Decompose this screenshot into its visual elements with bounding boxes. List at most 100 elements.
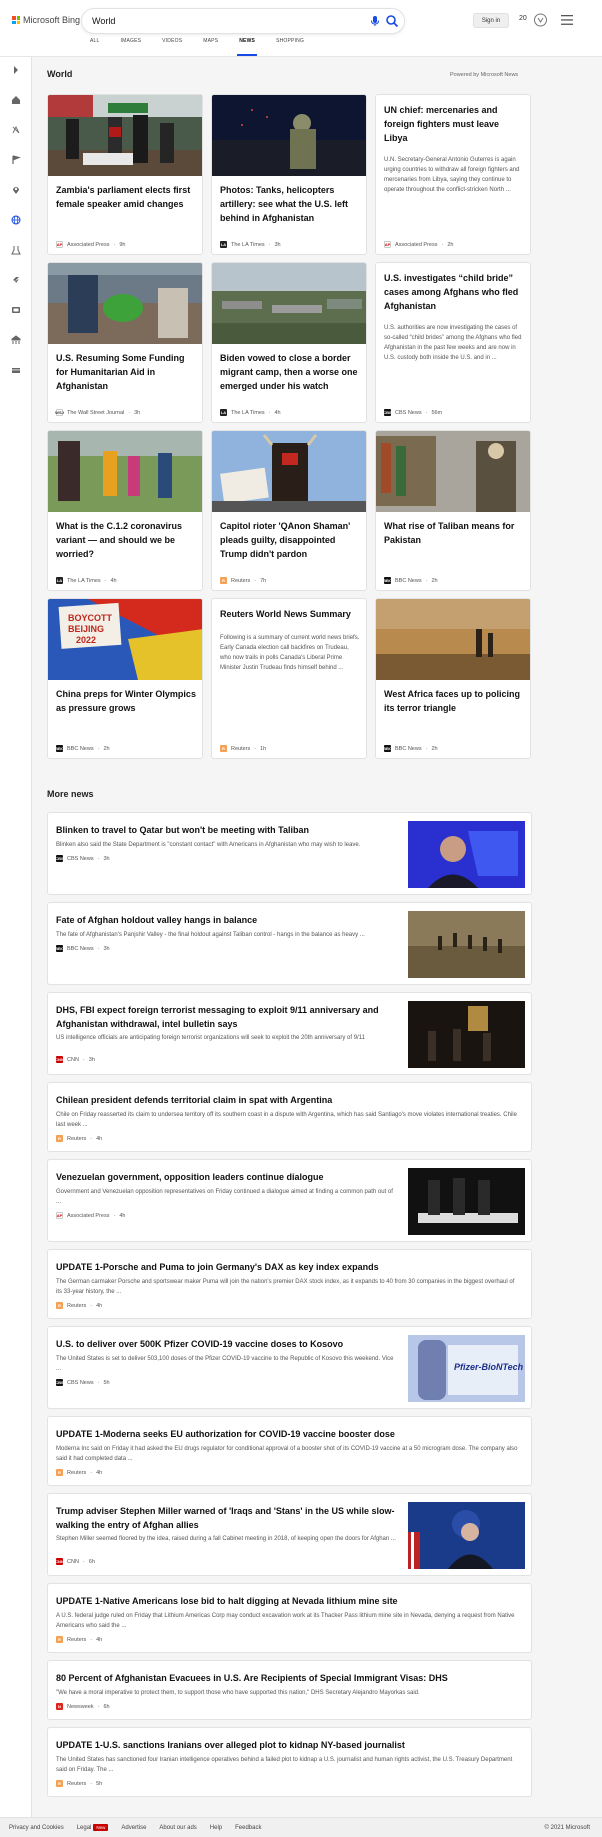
news-source[interactable]: AP Associated Press · 2h [384, 241, 453, 248]
news-source[interactable]: R Reuters · 7h [220, 577, 266, 584]
money-icon[interactable] [8, 363, 24, 377]
news-source[interactable]: R Reuters · 1h [220, 745, 266, 752]
sign-in-button[interactable]: Sign in [473, 13, 509, 28]
news-card-title[interactable]: U.S. Resuming Some Funding for Humanitar… [56, 351, 196, 393]
news-card-title[interactable]: U.S. investigates “child bride” cases am… [384, 271, 524, 313]
news-list-item[interactable]: Blinken to travel to Qatar but won't be … [47, 812, 532, 895]
news-item-title[interactable]: Venezuelan government, opposition leader… [56, 1170, 396, 1184]
news-item-title[interactable]: DHS, FBI expect foreign terrorist messag… [56, 1003, 396, 1031]
news-card-title[interactable]: West Africa faces up to policing its ter… [384, 687, 524, 715]
search-input[interactable] [92, 14, 322, 28]
news-card[interactable]: What rise of Taliban means for Pakistan … [375, 430, 531, 591]
news-source[interactable]: BBC BBC News · 2h [383, 745, 438, 752]
news-list-item[interactable]: UPDATE 1-Porsche and Puma to join German… [47, 1249, 532, 1319]
news-source[interactable]: R Reuters · 4h [56, 1135, 102, 1142]
news-list-item[interactable]: Trump adviser Stephen Miller warned of '… [47, 1493, 532, 1576]
news-list-item[interactable]: U.S. to deliver over 500K Pfizer COVID-1… [47, 1326, 532, 1409]
news-list-item[interactable]: DHS, FBI expect foreign terrorist messag… [47, 992, 532, 1075]
footer-link-about-ads[interactable]: About our ads [159, 1825, 196, 1831]
news-source[interactable]: R Reuters · 5h [56, 1780, 102, 1787]
news-list-item[interactable]: Chilean president defends territorial cl… [47, 1082, 532, 1152]
rewards-points[interactable]: 20 [519, 15, 527, 22]
news-source[interactable]: R Reuters · 4h [56, 1636, 102, 1643]
news-item-title[interactable]: Trump adviser Stephen Miller warned of '… [56, 1504, 396, 1532]
news-card[interactable]: Photos: Tanks, helicopters artillery: se… [211, 94, 367, 255]
news-source[interactable]: BBC BBC News · 2h [383, 577, 438, 584]
news-item-title[interactable]: U.S. to deliver over 500K Pfizer COVID-1… [56, 1337, 396, 1351]
news-card-title[interactable]: UN chief: mercenaries and foreign fighte… [384, 103, 524, 145]
tab-all[interactable]: ALL [90, 38, 100, 56]
news-card[interactable]: Reuters World News Summary Following is … [211, 598, 367, 759]
news-card[interactable]: U.S. investigates “child bride” cases am… [375, 262, 531, 423]
home-icon[interactable] [8, 93, 24, 107]
rocket-icon[interactable] [8, 273, 24, 287]
news-source[interactable]: CNN CNN · 6h [55, 1558, 95, 1565]
news-source[interactable]: CBS CBS News · 3h [55, 855, 110, 862]
news-source[interactable]: LA The LA Times · 4h [220, 409, 281, 416]
news-list-item[interactable]: Fate of Afghan holdout valley hangs in b… [47, 902, 532, 985]
search-icon[interactable] [385, 14, 399, 28]
entertainment-icon[interactable] [8, 303, 24, 317]
footer-link-help[interactable]: Help [210, 1825, 222, 1831]
news-source[interactable]: R Reuters · 4h [56, 1469, 102, 1476]
news-card[interactable]: West Africa faces up to policing its ter… [375, 598, 531, 759]
powered-by-label[interactable]: Powered by Microsoft News [450, 72, 518, 78]
news-card-title[interactable]: Capitol rioter 'QAnon Shaman' pleads gui… [220, 519, 360, 561]
news-item-title[interactable]: Fate of Afghan holdout valley hangs in b… [56, 913, 396, 927]
news-card[interactable]: U.S. Resuming Some Funding for Humanitar… [47, 262, 203, 423]
science-icon[interactable] [8, 243, 24, 257]
news-card-title[interactable]: Photos: Tanks, helicopters artillery: se… [220, 183, 360, 225]
news-card-title[interactable]: China preps for Winter Olympics as press… [56, 687, 196, 715]
news-item-title[interactable]: UPDATE 1-Native Americans lose bid to ha… [56, 1594, 521, 1608]
news-list-item[interactable]: UPDATE 1-Native Americans lose bid to ha… [47, 1583, 532, 1653]
news-card-title[interactable]: What is the C.1.2 coronavirus variant — … [56, 519, 196, 561]
news-source[interactable]: BBC BBC News · 2h [55, 745, 110, 752]
tab-shopping[interactable]: SHOPPING [276, 38, 304, 56]
news-list-item[interactable]: Venezuelan government, opposition leader… [47, 1159, 532, 1242]
news-card[interactable]: What is the C.1.2 coronavirus variant — … [47, 430, 203, 591]
tab-maps[interactable]: MAPS [203, 38, 218, 56]
tab-images[interactable]: IMAGES [121, 38, 142, 56]
news-card-title[interactable]: Reuters World News Summary [220, 607, 360, 621]
footer-link-legal[interactable]: Legal [77, 1825, 92, 1831]
news-item-title[interactable]: 80 Percent of Afghanistan Evacuees in U.… [56, 1671, 521, 1685]
news-list-item[interactable]: 80 Percent of Afghanistan Evacuees in U.… [47, 1660, 532, 1720]
tab-videos[interactable]: VIDEOS [162, 38, 182, 56]
news-card[interactable]: Capitol rioter 'QAnon Shaman' pleads gui… [211, 430, 367, 591]
news-source[interactable]: LA The LA Times · 3h [220, 241, 281, 248]
news-card-title[interactable]: What rise of Taliban means for Pakistan [384, 519, 524, 547]
news-source[interactable]: BBC BBC News · 3h [55, 945, 110, 952]
news-list-item[interactable]: UPDATE 1-Moderna seeks EU authorization … [47, 1416, 532, 1486]
explore-icon[interactable] [8, 123, 24, 137]
bing-logo[interactable]: Microsoft Bing [12, 15, 80, 25]
footer-link-privacy[interactable]: Privacy and Cookies [9, 1825, 64, 1831]
search-box[interactable] [82, 9, 404, 33]
news-card[interactable]: BOYCOTT BEIJING 2022 China preps for Win… [47, 598, 203, 759]
news-card[interactable]: UN chief: mercenaries and foreign fighte… [375, 94, 531, 255]
footer-link-feedback[interactable]: Feedback [235, 1825, 261, 1831]
news-source[interactable]: AP Associated Press · 9h [56, 241, 125, 248]
news-item-title[interactable]: UPDATE 1-U.S. sanctions Iranians over al… [56, 1738, 521, 1752]
news-item-title[interactable]: UPDATE 1-Porsche and Puma to join German… [56, 1260, 521, 1274]
rewards-medal-icon[interactable] [533, 12, 548, 28]
footer-link-advertise[interactable]: Advertise [121, 1825, 146, 1831]
flag-icon[interactable] [8, 153, 24, 167]
news-source[interactable]: CBS CBS News · 56m [383, 409, 442, 416]
news-source[interactable]: CBS CBS News · 5h [55, 1379, 110, 1386]
news-item-title[interactable]: UPDATE 1-Moderna seeks EU authorization … [56, 1427, 521, 1441]
news-list-item[interactable]: UPDATE 1-U.S. sanctions Iranians over al… [47, 1727, 532, 1797]
news-source[interactable]: AP Associated Press · 4h [56, 1212, 125, 1219]
microphone-icon[interactable] [368, 14, 382, 28]
sports-icon[interactable] [8, 333, 24, 347]
news-card[interactable]: Biden vowed to close a border migrant ca… [211, 262, 367, 423]
news-source[interactable]: CNN CNN · 3h [55, 1056, 95, 1063]
news-item-title[interactable]: Blinken to travel to Qatar but won't be … [56, 823, 396, 837]
news-source[interactable]: WSJ The Wall Street Journal · 3h [55, 409, 140, 416]
news-source[interactable]: LA The LA Times · 4h [56, 577, 117, 584]
globe-icon[interactable] [8, 213, 24, 227]
news-card[interactable]: Zambia's parliament elects first female … [47, 94, 203, 255]
news-source[interactable]: N Newsweek · 6h [56, 1703, 110, 1710]
news-source[interactable]: R Reuters · 4h [56, 1302, 102, 1309]
hamburger-menu-icon[interactable] [561, 15, 573, 25]
tab-news[interactable]: NEWS [237, 38, 257, 56]
